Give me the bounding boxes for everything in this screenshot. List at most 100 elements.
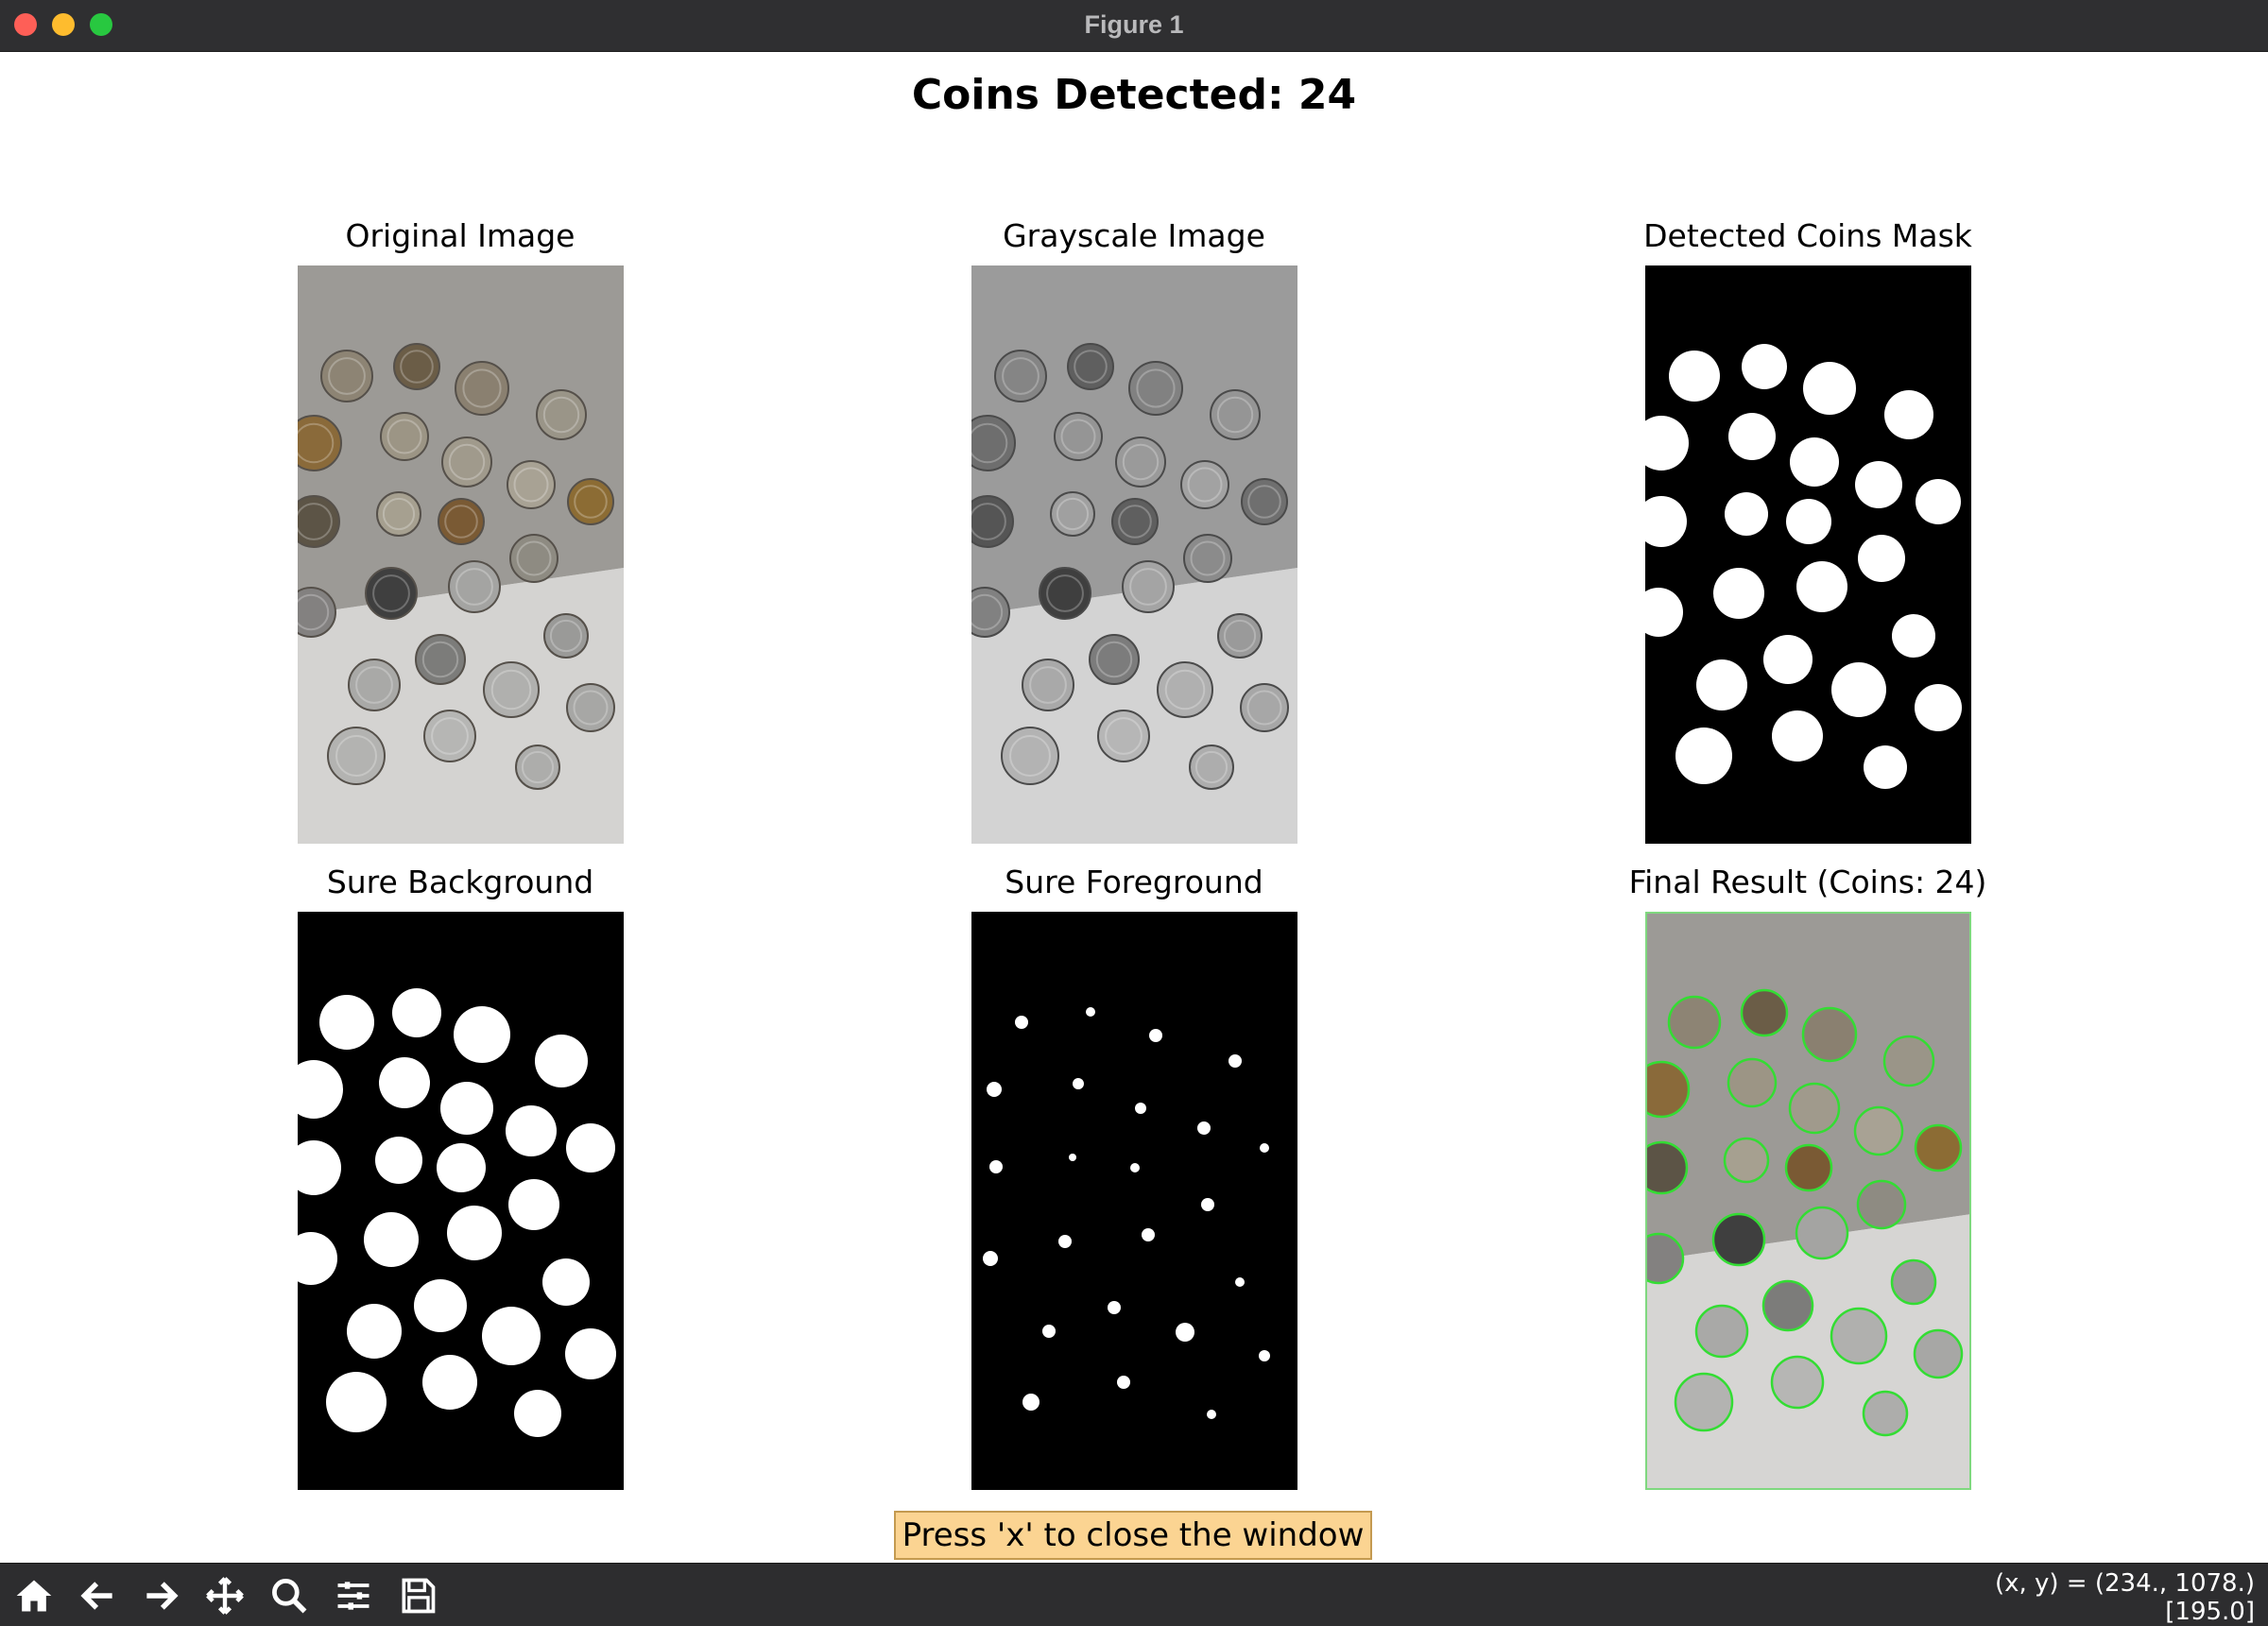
figure-suptitle: Coins Detected: 24 <box>911 71 1357 119</box>
sure-foreground-blob <box>1022 1394 1040 1411</box>
sure-background-blob <box>482 1307 541 1365</box>
arrow-right-icon <box>146 1582 179 1610</box>
mask-blob <box>1915 684 1962 731</box>
mask-blob <box>1786 499 1831 544</box>
mask-blob <box>1884 390 1933 439</box>
back-button[interactable] <box>70 1567 127 1624</box>
sure-background-blob <box>565 1328 616 1379</box>
sure-foreground-blob <box>1149 1029 1162 1042</box>
sure-foreground-blob <box>1135 1103 1146 1114</box>
sure-background-blob <box>440 1082 493 1135</box>
panel-title-original: Original Image <box>345 217 576 254</box>
move-icon <box>206 1577 244 1615</box>
close-hint-label: Press 'x' to close the window <box>894 1511 1372 1560</box>
sure-foreground-blob <box>1207 1410 1216 1419</box>
mask-blob <box>1858 535 1905 582</box>
sure-foreground-blob <box>987 1082 1002 1097</box>
sure-foreground-blob <box>1069 1154 1076 1161</box>
panel-title-sure-foreground: Sure Foreground <box>1005 864 1263 900</box>
magnifier-icon <box>272 1579 307 1614</box>
sure-background-blob <box>414 1279 467 1332</box>
mask-blob <box>1728 413 1776 460</box>
cursor-coordinates-readout: (x, y) = (234., 1078.) [195.0] <box>1995 1569 2255 1626</box>
sure-foreground-blob <box>1201 1198 1214 1211</box>
mask-blob <box>1713 568 1764 619</box>
sure-background-blob <box>347 1304 402 1359</box>
sure-background-blob <box>508 1179 559 1230</box>
sure-background-panel[interactable] <box>298 912 624 1490</box>
sure-background-blob <box>364 1212 419 1267</box>
sure-background-blob <box>454 1006 510 1063</box>
panel-title-grayscale: Grayscale Image <box>1003 217 1265 254</box>
final-result-panel[interactable] <box>1645 912 1971 1490</box>
mask-blob <box>1796 561 1847 612</box>
mask-blob <box>1675 727 1732 784</box>
sure-foreground-blob <box>1117 1376 1130 1389</box>
sliders-icon <box>337 1582 369 1610</box>
zoom-button[interactable] <box>261 1567 318 1624</box>
original-image-panel[interactable] <box>298 265 624 844</box>
window-titlebar: Figure 1 <box>0 0 2268 52</box>
sure-background-blob <box>542 1258 590 1306</box>
sure-background-blob <box>375 1137 422 1184</box>
mask-blob <box>1864 745 1907 789</box>
sure-background-blob <box>326 1372 387 1432</box>
home-button[interactable] <box>6 1567 62 1624</box>
sure-background-blob <box>514 1390 561 1437</box>
sure-background-blob <box>422 1355 477 1410</box>
sure-background-blob <box>319 995 374 1050</box>
matplotlib-toolbar: (x, y) = (234., 1078.) [195.0] <box>0 1563 2268 1626</box>
arrow-left-icon <box>80 1582 112 1610</box>
sure-background-blob <box>506 1105 557 1156</box>
configure-subplots-button[interactable] <box>325 1567 382 1624</box>
mask-blob <box>1696 659 1747 710</box>
sure-background-blob <box>566 1123 615 1172</box>
mask-blob <box>1763 635 1813 684</box>
mask-blob <box>1831 662 1886 717</box>
mask-blob <box>1803 362 1856 415</box>
sure-foreground-blob <box>1086 1007 1095 1017</box>
sure-foreground-blob <box>1260 1143 1269 1153</box>
mask-blob <box>1892 614 1935 658</box>
sure-foreground-blob <box>1259 1350 1270 1361</box>
sure-foreground-blob <box>1197 1121 1211 1135</box>
window-title: Figure 1 <box>1084 10 1184 39</box>
sure-foreground-blob <box>1235 1277 1245 1287</box>
sure-foreground-panel[interactable] <box>971 912 1297 1490</box>
sure-background-blob <box>379 1057 430 1108</box>
save-button[interactable] <box>389 1567 446 1624</box>
sure-foreground-blob <box>1015 1016 1028 1029</box>
sure-foreground-fill <box>971 912 1297 1490</box>
sure-foreground-blob <box>1058 1235 1072 1248</box>
sure-foreground-blob <box>1108 1301 1121 1314</box>
sure-foreground-blob <box>983 1251 998 1266</box>
sure-background-blob <box>447 1206 502 1260</box>
mask-blob <box>1725 492 1768 536</box>
mask-blob <box>1669 351 1720 402</box>
sure-background-blob <box>392 988 441 1037</box>
coords-line-1: (x, y) = (234., 1078.) <box>1994 1569 2255 1598</box>
forward-button[interactable] <box>132 1567 189 1624</box>
sure-foreground-blob <box>1130 1163 1140 1172</box>
floppy-disk-icon <box>402 1578 436 1614</box>
panel-title-sure-background: Sure Background <box>326 864 594 900</box>
mask-blob <box>1742 344 1787 389</box>
mask-blob <box>1772 710 1823 762</box>
sure-foreground-blob <box>989 1160 1003 1173</box>
sure-foreground-blob <box>1073 1078 1084 1089</box>
mask-blob <box>1790 437 1839 487</box>
coords-line-2: [195.0] <box>2165 1598 2255 1626</box>
panel-title-mask: Detected Coins Mask <box>1643 217 1972 254</box>
mask-blob <box>1855 461 1902 508</box>
pan-button[interactable] <box>197 1567 253 1624</box>
sure-background-blob <box>535 1035 588 1087</box>
sure-foreground-blob <box>1228 1054 1242 1068</box>
home-icon <box>16 1580 52 1612</box>
sure-foreground-blob <box>1042 1325 1056 1338</box>
mask-blob <box>1916 479 1961 524</box>
panel-title-final-result: Final Result (Coins: 24) <box>1628 864 1987 900</box>
sure-foreground-blob <box>1142 1228 1155 1241</box>
sure-background-blob <box>437 1143 486 1192</box>
grayscale-image-panel[interactable] <box>971 265 1297 844</box>
detected-coins-mask-panel[interactable] <box>1645 265 1971 844</box>
